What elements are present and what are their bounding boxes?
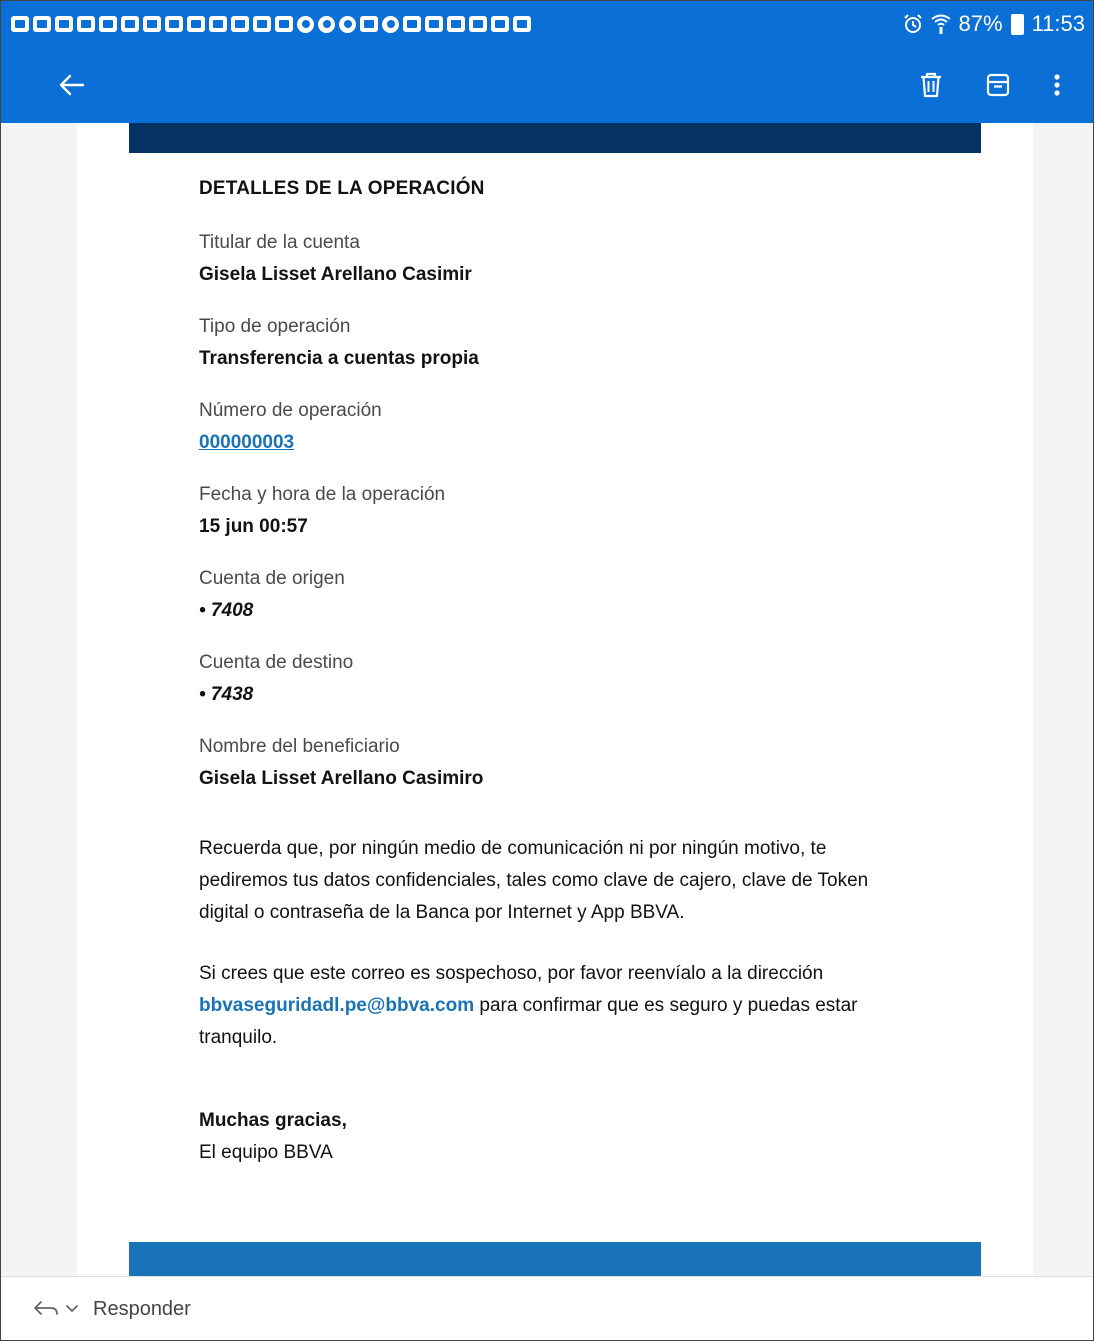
email-screen: 87% 11:53 DETALLES DE LA OPERACIÓN Titul… — [0, 0, 1094, 1341]
youtube-notification-icon — [425, 16, 443, 32]
notice-text: Si crees que este correo es sospechoso, … — [199, 963, 824, 984]
operation-number-link[interactable]: 000000003 — [199, 431, 382, 455]
youtube-notification-icon — [447, 16, 465, 32]
facebook-notification-icon — [165, 16, 183, 32]
archive-icon — [986, 73, 1010, 97]
youtube-notification-icon — [491, 16, 509, 32]
facebook-notification-icon — [231, 16, 249, 32]
field-value: Transferencia a cuentas propia — [199, 348, 479, 369]
facebook-notification-icon — [33, 16, 51, 32]
security-email-link[interactable]: bbvaseguridadl.pe@bbva.com — [199, 995, 474, 1016]
field-label: Titular de la cuenta — [199, 232, 360, 253]
email-body-area[interactable]: DETALLES DE LA OPERACIÓN Titular de la c… — [1, 123, 1093, 1276]
signature-text: El equipo BBVA — [199, 1142, 333, 1163]
reply-button[interactable]: Responder — [93, 1298, 191, 1321]
field-label: Cuenta de origen — [199, 568, 345, 589]
wifi-icon — [930, 14, 951, 34]
thanks-text: Muchas gracias, — [199, 1110, 347, 1131]
notification-icons — [11, 15, 531, 33]
header-band — [129, 123, 981, 153]
archive-button[interactable] — [970, 47, 1026, 123]
facebook-notification-icon — [99, 16, 117, 32]
facebook-notification-icon — [253, 16, 271, 32]
messenger-notification-icon — [318, 15, 335, 33]
facebook-notification-icon — [275, 16, 293, 32]
facebook-notification-icon — [77, 16, 95, 32]
reply-bar: Responder — [1, 1276, 1093, 1340]
field-value: Gisela Lisset Arellano Casimiro — [199, 768, 484, 789]
more-options-button[interactable] — [1029, 47, 1085, 123]
alarm-icon — [903, 14, 922, 33]
facebook-notification-icon — [55, 16, 73, 32]
field-label: Fecha y hora de la operación — [199, 484, 446, 505]
system-status: 87% 11:53 — [903, 11, 1085, 37]
field-account-holder: Titular de la cuenta Gisela Lisset Arell… — [199, 231, 472, 287]
gallery-notification-icon — [360, 16, 378, 32]
suspicious-email-notice: Si crees que este correo es sospechoso, … — [199, 958, 919, 1054]
field-label: Número de operación — [199, 400, 382, 421]
battery-icon — [1010, 13, 1024, 35]
field-operation-datetime: Fecha y hora de la operación 15 jun 00:5… — [199, 483, 445, 539]
facebook-notification-icon — [209, 16, 227, 32]
footer-band — [129, 1242, 981, 1276]
field-label: Tipo de operación — [199, 316, 351, 337]
section-title: DETALLES DE LA OPERACIÓN — [199, 178, 485, 199]
trash-icon — [921, 72, 941, 98]
field-origin-account: Cuenta de origen • 7408 — [199, 567, 345, 623]
email-card: DETALLES DE LA OPERACIÓN Titular de la c… — [77, 123, 1033, 1276]
status-bar: 87% 11:53 — [1, 1, 1093, 47]
field-operation-number: Número de operación 000000003 — [199, 399, 382, 455]
field-value: Gisela Lisset Arellano Casimir — [199, 264, 472, 285]
field-value: 15 jun 00:57 — [199, 516, 308, 537]
battery-percentage: 87% — [958, 11, 1003, 36]
chevron-down-icon — [66, 1305, 78, 1313]
field-label: Cuenta de destino — [199, 652, 354, 673]
facebook-notification-icon — [11, 16, 29, 32]
reddit-notification-icon — [382, 15, 399, 33]
sign-off: Muchas gracias, El equipo BBVA — [199, 1105, 919, 1169]
youtube-notification-icon — [513, 16, 531, 32]
field-operation-type: Tipo de operación Transferencia a cuenta… — [199, 315, 479, 371]
field-value: • 7408 — [199, 600, 254, 621]
field-beneficiary-name: Nombre del beneficiario Gisela Lisset Ar… — [199, 735, 483, 791]
field-destination-account: Cuenta de destino • 7438 — [199, 651, 353, 707]
reply-arrow-icon — [34, 1301, 58, 1315]
pinterest-notification-icon — [339, 15, 356, 33]
field-label: Nombre del beneficiario — [199, 736, 400, 757]
reply-options-button[interactable] — [33, 1300, 79, 1318]
facebook-notification-icon — [121, 16, 139, 32]
messenger-notification-icon — [297, 15, 314, 33]
facebook-notification-icon — [143, 16, 161, 32]
clock: 11:53 — [1031, 11, 1085, 36]
field-value: • 7438 — [199, 684, 254, 705]
youtube-notification-icon — [403, 16, 421, 32]
back-button[interactable] — [43, 47, 99, 123]
delete-button[interactable] — [903, 47, 959, 123]
arrow-left-icon — [59, 74, 85, 96]
facebook-notification-icon — [187, 16, 205, 32]
security-notice: Recuerda que, por ningún medio de comuni… — [199, 838, 869, 923]
app-toolbar — [1, 47, 1093, 123]
youtube-notification-icon — [469, 16, 487, 32]
more-vertical-icon — [1054, 74, 1060, 96]
